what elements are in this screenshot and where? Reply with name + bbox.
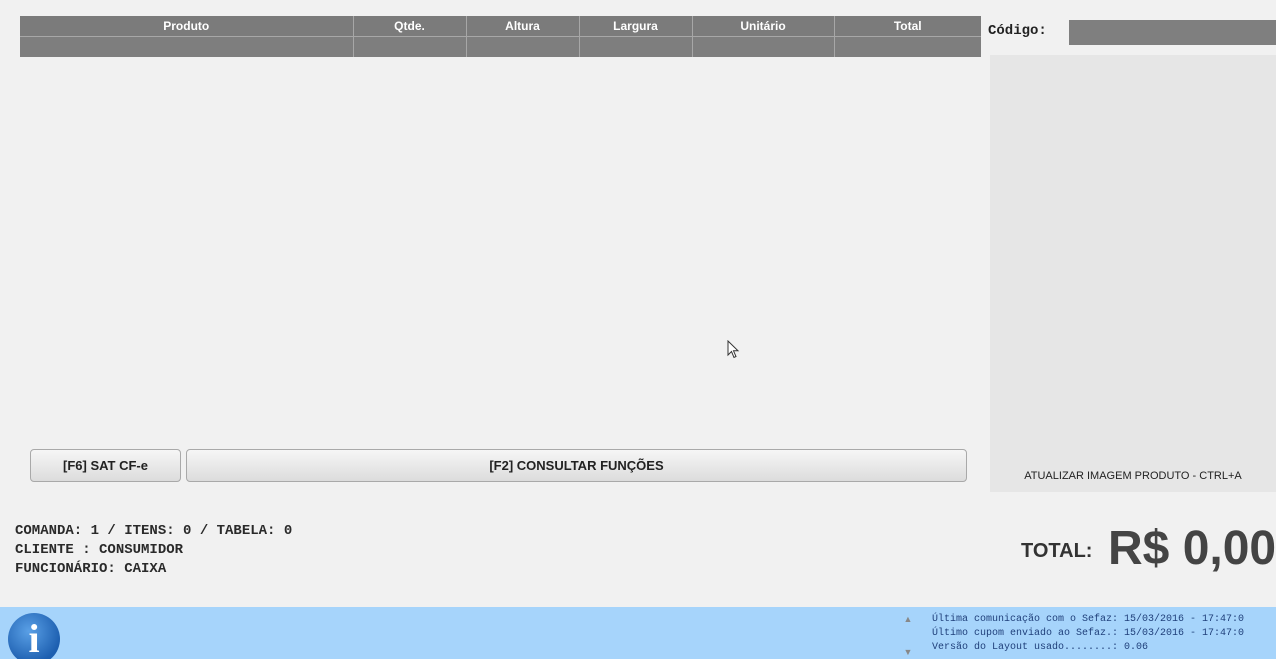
sale-info: COMANDA: 1 / ITENS: 0 / TABELA: 0 CLIENT… (15, 522, 292, 579)
column-header-largura[interactable]: Largura (579, 16, 693, 37)
product-table[interactable]: Produto Qtde. Altura Largura Unitário To… (20, 16, 981, 57)
info-icon: i (8, 613, 60, 659)
mouse-cursor-icon (727, 340, 740, 359)
table-cell[interactable] (579, 36, 693, 57)
cliente-line: CLIENTE : CONSUMIDOR (15, 542, 184, 558)
log-scrollbar[interactable]: ▲ ▼ (901, 612, 915, 659)
image-caption: ATUALIZAR IMAGEM PRODUTO - CTRL+A (1024, 470, 1242, 482)
table-cell[interactable] (834, 36, 981, 57)
consultar-funcoes-button[interactable]: [F2] CONSULTAR FUNÇÕES (186, 449, 967, 482)
column-header-unitario[interactable]: Unitário (692, 16, 835, 37)
sefaz-log: Última comunicação com o Sefaz: 15/03/20… (932, 613, 1244, 655)
log-line: Último cupom enviado ao Sefaz.: 15/03/20… (932, 628, 1245, 639)
scroll-up-icon[interactable]: ▲ (901, 612, 915, 626)
total-label: TOTAL: (1021, 540, 1093, 562)
codigo-input[interactable] (1069, 20, 1276, 45)
column-header-total[interactable]: Total (834, 16, 981, 37)
table-cell[interactable] (20, 36, 354, 57)
column-header-qtde[interactable]: Qtde. (353, 16, 467, 37)
column-header-altura[interactable]: Altura (466, 16, 580, 37)
total-value: R$ 0,00 (1108, 522, 1276, 575)
comanda-line: COMANDA: 1 / ITENS: 0 / TABELA: 0 (15, 523, 293, 539)
table-row[interactable] (20, 36, 981, 57)
table-cell[interactable] (466, 36, 580, 57)
sat-cfe-button[interactable]: [F6] SAT CF-e (30, 449, 181, 482)
table-cell[interactable] (353, 36, 467, 57)
funcionario-line: FUNCIONÁRIO: CAIXA (15, 561, 167, 577)
status-bar: i ▲ ▼ Última comunicação com o Sefaz: 15… (0, 607, 1276, 659)
codigo-label: Código: (988, 23, 1047, 39)
product-image-panel[interactable]: ATUALIZAR IMAGEM PRODUTO - CTRL+A (990, 55, 1276, 492)
scroll-down-icon[interactable]: ▼ (901, 645, 915, 659)
log-line: Versão do Layout usado........: 0.06 (932, 642, 1149, 653)
column-header-produto[interactable]: Produto (20, 16, 354, 37)
table-cell[interactable] (692, 36, 835, 57)
pdv-screen: Produto Qtde. Altura Largura Unitário To… (0, 0, 1276, 659)
log-line: Última comunicação com o Sefaz: 15/03/20… (932, 614, 1245, 625)
table-header-row: Produto Qtde. Altura Largura Unitário To… (20, 16, 981, 37)
